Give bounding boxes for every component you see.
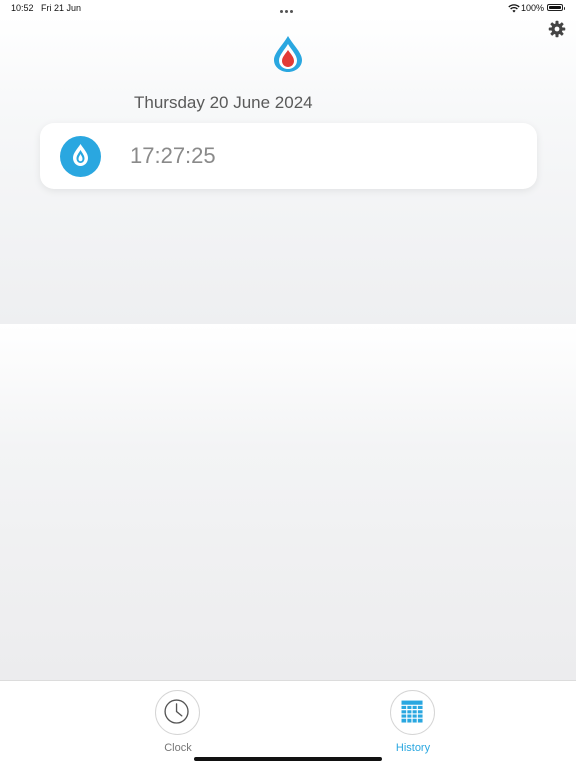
gear-icon[interactable] [548, 20, 566, 38]
flame-drop-icon [60, 136, 101, 177]
record-time: 17:27:25 [130, 143, 216, 168]
flame-drop-logo-icon [274, 36, 302, 72]
tab-clock-label: Clock [164, 742, 192, 754]
battery-percentage: 100% [521, 3, 545, 13]
history-date-heading: Thursday 20 June 2024 [134, 93, 313, 112]
status-time: 10:52 [11, 3, 34, 13]
tab-history-label: History [395, 742, 431, 754]
history-tab-circle[interactable] [390, 690, 435, 735]
tab-clock[interactable]: Clock [138, 690, 218, 760]
tab-bar: Clock History [0, 680, 576, 769]
clock-tab-circle[interactable] [155, 690, 200, 735]
wifi-icon [508, 4, 520, 13]
home-indicator[interactable] [194, 757, 382, 761]
status-bar: 10:52 Fri 21 Jun 100% [0, 0, 576, 16]
history-record-card[interactable]: 17:27:25 [40, 123, 537, 189]
battery-icon [547, 4, 565, 11]
content-area [0, 324, 576, 680]
calendar-icon [401, 700, 423, 723]
status-date: Fri 21 Jun [41, 3, 82, 13]
tab-history[interactable]: History [373, 690, 453, 760]
multitasking-dots-icon[interactable] [280, 5, 296, 13]
clock-icon [164, 699, 189, 724]
